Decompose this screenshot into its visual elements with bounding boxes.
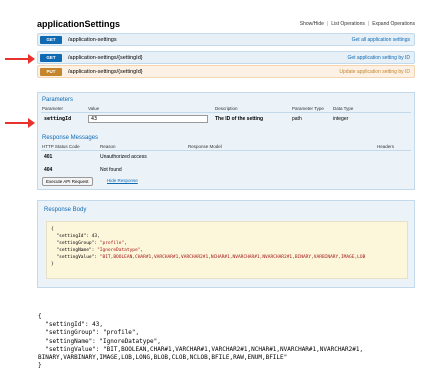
divider: [41, 150, 411, 151]
operation-path[interactable]: /application-settings/{settingId}: [68, 54, 143, 62]
param-description: The ID of the setting: [215, 116, 264, 122]
json-key: "settingGroup":: [51, 241, 100, 246]
operation-put-by-id[interactable]: PUT /application-settings/{settingId} Up…: [37, 65, 415, 78]
status-reason: Not found: [100, 167, 122, 173]
response-body-box: { "settingId": 43, "settingGroup": "prof…: [46, 221, 408, 279]
json-key: "settingId":: [51, 234, 92, 239]
operation-path[interactable]: /application-settings: [68, 36, 117, 44]
col-description: Description: [215, 106, 238, 111]
param-name: settingId: [44, 116, 72, 122]
col-reason: Reason: [100, 144, 116, 149]
raw-line: "settingGroup": "profile",: [38, 329, 140, 337]
col-data-type: Data Type: [333, 106, 354, 111]
json-key: "settingName":: [51, 248, 98, 253]
header-links: Show/Hide | List Operations | Expand Operati…: [299, 21, 415, 27]
status-code: 401: [44, 154, 53, 160]
execute-api-request-button[interactable]: Execute API Request: [42, 177, 93, 186]
json-line: }: [51, 262, 54, 267]
method-badge: GET: [40, 36, 62, 44]
raw-json-output: { "settingId": 43, "settingGroup": "prof…: [38, 313, 363, 370]
col-value: Value: [88, 106, 100, 111]
json-line: {: [51, 227, 54, 232]
annotation-arrow: [5, 54, 35, 64]
expand-operations-link[interactable]: Expand Operations: [372, 21, 415, 27]
col-status-code: HTTP Status Code: [42, 144, 80, 149]
operation-detail-panel: Parameters Parameter Value Description P…: [37, 92, 415, 190]
col-headers: Headers: [377, 144, 395, 149]
json-punct: ,: [140, 248, 144, 253]
response-body-title: Response Body: [44, 207, 87, 213]
param-type: path: [292, 116, 302, 122]
status-reason: Unauthorized access: [100, 154, 147, 160]
raw-line: BINARY,VARBINARY,IMAGE,LOB,LONG,BLOB,CLO…: [38, 354, 288, 362]
json-punct: ,: [97, 234, 100, 239]
raw-line: }: [38, 362, 42, 370]
json-string: "profile": [99, 241, 125, 246]
col-response-model: Response Model: [188, 144, 222, 149]
col-parameter-type: Parameter Type: [292, 106, 324, 111]
status-code: 404: [44, 167, 53, 173]
response-json: { "settingId": 43, "settingGroup": "prof…: [51, 226, 365, 268]
col-parameter: Parameter: [42, 106, 64, 111]
method-badge: PUT: [40, 68, 62, 76]
response-messages-title: Response Messages: [42, 135, 99, 141]
operation-get-by-id[interactable]: GET /application-settings/{settingId} Ge…: [37, 51, 415, 64]
json-key: "settingValue":: [51, 255, 100, 260]
param-data-type: integer: [333, 116, 349, 122]
list-operations-link[interactable]: List Operations: [331, 21, 365, 27]
operation-path[interactable]: /application-settings/{settingId}: [68, 68, 143, 76]
resource-header: applicationSettings Show/Hide | List Opera…: [37, 19, 415, 32]
setting-id-input[interactable]: 43: [88, 115, 208, 123]
hide-response-link[interactable]: Hide Response: [107, 178, 138, 183]
resource-title[interactable]: applicationSettings: [37, 19, 120, 29]
operation-description[interactable]: Get all application settings: [352, 36, 410, 44]
operation-description[interactable]: Update application setting by ID: [339, 68, 410, 76]
raw-line: "settingName": "IgnoreDatatype",: [38, 337, 161, 345]
raw-line: "settingId": 43,: [38, 321, 104, 329]
json-string: "IgnoreDatatype": [97, 248, 141, 253]
method-badge: GET: [40, 54, 62, 62]
response-body-panel: Response Body { "settingId": 43, "settin…: [37, 200, 415, 288]
operation-get-all[interactable]: GET /application-settings Get all applic…: [37, 33, 415, 46]
raw-line: {: [38, 313, 42, 320]
json-punct: ,: [124, 241, 127, 246]
annotation-arrow: [5, 118, 35, 128]
divider: [41, 112, 411, 113]
show-hide-link[interactable]: Show/Hide: [300, 21, 324, 27]
raw-line: "settingValue": "BIT,BOOLEAN,CHAR#1,VARC…: [38, 345, 364, 353]
json-string: "BIT,BOOLEAN,CHAR#1,VARCHAR#1,VARCHAR2#1…: [99, 255, 366, 260]
parameters-title: Parameters: [42, 97, 74, 103]
operation-description[interactable]: Get application setting by ID: [347, 54, 410, 62]
